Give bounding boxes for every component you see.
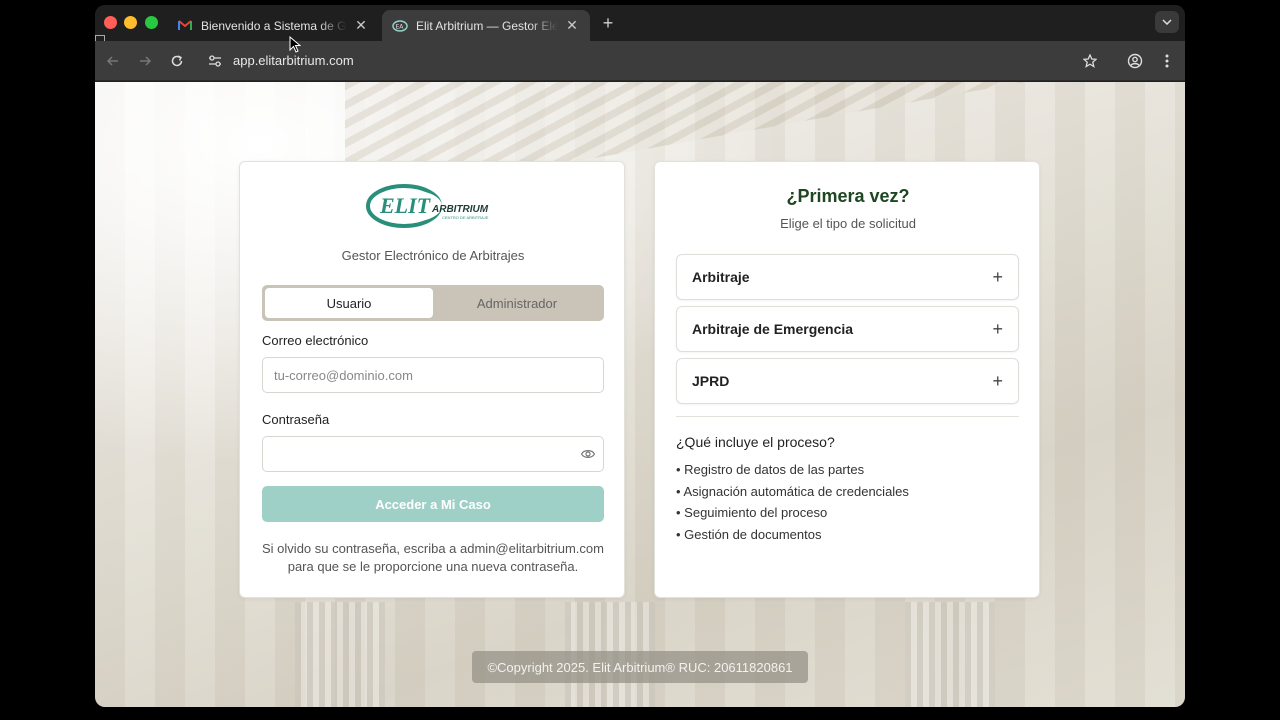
logo-name: ARBITRIUM — [431, 204, 489, 215]
reload-button[interactable] — [167, 51, 187, 71]
process-includes-list: • Registro de datos de las partes • Asig… — [676, 462, 909, 548]
logo-tagline: CENTRO DE ARBITRAJE — [442, 215, 489, 220]
browser-toolbar: app.elitarbitrium.com — [95, 41, 1185, 81]
kebab-menu-icon[interactable] — [1157, 51, 1177, 71]
accordion-arbitraje[interactable]: Arbitraje + — [676, 254, 1019, 300]
help-line-1: Si olvido su contraseña, escriba a admin… — [262, 541, 604, 556]
first-time-subtitle: Elige el tipo de solicitud — [780, 216, 916, 231]
tab-title: Bienvenido a Sistema de Gestor Electróni… — [201, 18, 347, 33]
first-time-card: ¿Primera vez? Elige el tipo de solicitud… — [654, 161, 1040, 598]
tab-strip: Bienvenido a Sistema de Gestor Electróni… — [95, 5, 1185, 43]
copyright-footer: ©Copyright 2025. Elit Arbitrium® RUC: 20… — [472, 651, 808, 683]
login-submit-button[interactable]: Acceder a Mi Caso — [262, 486, 604, 522]
accordion-arbitraje-emergencia[interactable]: Arbitraje de Emergencia + — [676, 306, 1019, 352]
arrow-right-icon — [140, 56, 152, 66]
maximize-window-button[interactable] — [145, 16, 158, 29]
side-panel-icon — [95, 31, 105, 43]
plus-icon: + — [992, 318, 1003, 339]
tab-gmail[interactable]: Bienvenido a Sistema de Gestor Electróni… — [167, 10, 379, 41]
accordion-label: Arbitraje — [692, 269, 750, 285]
svg-text:EA: EA — [396, 23, 405, 30]
tab-elit[interactable]: EA Elit Arbitrium — Gestor Electrónico d… — [382, 10, 590, 41]
background-column — [295, 602, 385, 707]
password-help-text: Si olvido su contraseña, escriba a admin… — [250, 540, 616, 576]
accordion-label: Arbitraje de Emergencia — [692, 321, 854, 337]
close-window-button[interactable] — [104, 16, 117, 29]
page-content: ELIT ARBITRIUM CENTRO DE ARBITRAJE Gesto… — [95, 82, 1185, 707]
list-item: • Gestión de documentos — [676, 526, 822, 542]
mouse-cursor-icon — [289, 36, 301, 53]
browser-window: Bienvenido a Sistema de Gestor Electróni… — [95, 5, 1185, 707]
forward-button[interactable] — [135, 51, 155, 71]
email-field[interactable] — [262, 357, 604, 393]
chevron-down-icon — [1162, 19, 1172, 25]
background-column — [905, 602, 995, 707]
plus-icon: + — [992, 370, 1003, 391]
elit-arbitrium-logo: ELIT ARBITRIUM CENTRO DE ARBITRAJE — [364, 182, 504, 230]
back-button[interactable] — [103, 51, 123, 71]
accordion-label: JPRD — [692, 373, 730, 389]
admin-tab[interactable]: Administrador — [433, 288, 601, 318]
email-label: Correo electrónico — [262, 333, 369, 348]
role-segmented-control: Usuario Administrador — [262, 285, 604, 321]
gmail-icon — [177, 18, 193, 34]
tab-title: Elit Arbitrium — Gestor Electrónico de A… — [416, 18, 558, 33]
tune-icon — [209, 55, 221, 67]
accordion-jprd[interactable]: JPRD + — [676, 358, 1019, 404]
help-line-2: para que se le proporcione una nueva con… — [287, 559, 579, 574]
elit-favicon-icon: EA — [392, 18, 408, 34]
eye-icon[interactable] — [580, 446, 596, 462]
list-item: • Asignación automática de credenciales — [676, 483, 909, 499]
logo-brand: ELIT — [379, 193, 432, 218]
profile-icon[interactable] — [1125, 51, 1145, 71]
password-field[interactable] — [262, 436, 604, 472]
process-includes-title: ¿Qué incluye el proceso? — [676, 434, 835, 450]
login-card: ELIT ARBITRIUM CENTRO DE ARBITRAJE Gesto… — [239, 161, 625, 598]
app-subtitle: Gestor Electrónico de Arbitrajes — [341, 248, 525, 263]
list-item: • Registro de datos de las partes — [676, 462, 865, 477]
close-tab-icon[interactable]: ✕ — [353, 17, 369, 34]
address-bar[interactable]: app.elitarbitrium.com — [233, 53, 354, 68]
reload-icon — [171, 55, 183, 67]
bookmark-star-icon[interactable] — [1080, 51, 1100, 71]
plus-icon: + — [992, 266, 1003, 287]
minimize-window-button[interactable] — [124, 16, 137, 29]
arrow-left-icon — [106, 56, 118, 66]
first-time-title: ¿Primera vez? — [786, 186, 910, 206]
divider — [676, 416, 1019, 417]
close-tab-icon[interactable]: ✕ — [564, 17, 580, 34]
list-item: • Seguimiento del proceso — [676, 505, 828, 520]
new-tab-button[interactable]: + — [598, 13, 618, 33]
user-tab[interactable]: Usuario — [265, 288, 433, 318]
password-label: Contraseña — [262, 412, 330, 427]
site-info-button[interactable] — [205, 51, 225, 71]
tab-search-button[interactable] — [1155, 11, 1179, 33]
